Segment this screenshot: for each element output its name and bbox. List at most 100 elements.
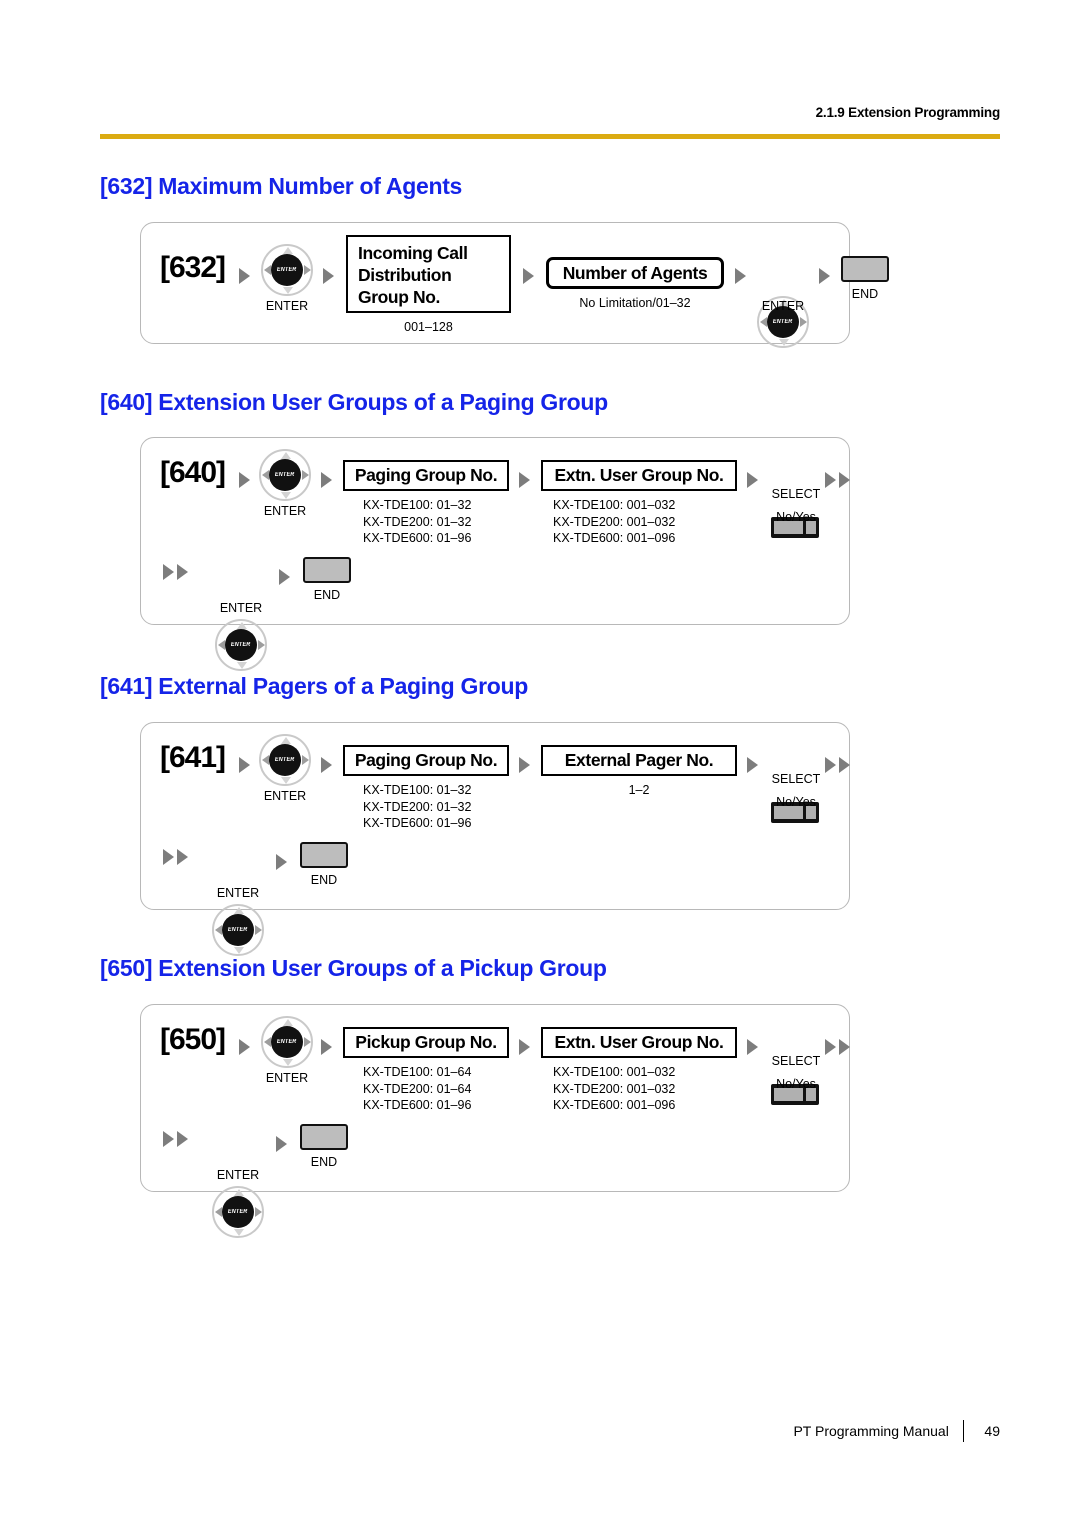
parameter-box-number-of-agents: Number of Agents — [546, 257, 724, 289]
parameter-range-paging-group-no: KX-TDE100: 01–32 KX-TDE200: 01–32 KX-TDE… — [363, 782, 471, 832]
navkey-right-arrow-icon — [257, 640, 265, 650]
navkey-hub: ENTER — [269, 459, 301, 491]
flow-arrow-icon — [519, 757, 530, 773]
flow-arrow-icon — [819, 268, 830, 284]
navkey-hub: ENTER — [269, 744, 301, 776]
page-footer: PT Programming Manual 49 — [100, 1420, 1000, 1442]
flow-arrow-icon — [523, 268, 534, 284]
flow-arrow-icon — [321, 472, 332, 488]
flow-arrow-pair-icon — [163, 1131, 188, 1147]
flow-arrow-icon — [825, 757, 836, 773]
navkey-hub-label: ENTER — [231, 642, 251, 648]
diagram-632: [632] ENTER ENTER Incoming Call Distribu… — [140, 222, 889, 348]
navkey-hub-label: ENTER — [275, 757, 295, 763]
navkey-down-arrow-icon — [779, 338, 789, 346]
flow-arrow-icon — [276, 854, 287, 870]
range-line-3: KX-TDE600: 01–96 — [363, 1098, 472, 1113]
navkey-down-arrow-icon — [237, 661, 247, 669]
flow-arrow-icon — [177, 564, 188, 580]
enter-caption: ENTER — [263, 789, 307, 803]
navkey-right-arrow-icon — [799, 317, 807, 327]
navkey-right-arrow-icon — [301, 755, 309, 765]
end-caption: END — [851, 287, 879, 301]
range-line-2: KX-TDE200: 001–032 — [553, 514, 676, 529]
parameter-box-paging-group-no: Paging Group No. — [343, 460, 509, 491]
program-code-640: [640] — [160, 456, 226, 489]
navkey-up-arrow-icon — [237, 621, 247, 629]
program-code-632: [632] — [160, 251, 226, 284]
range-line-2: KX-TDE200: 001–032 — [553, 1081, 676, 1096]
end-caption: END — [310, 1155, 338, 1169]
flow-arrow-icon — [163, 849, 174, 865]
end-key-icon — [300, 842, 348, 868]
end-key-icon — [303, 557, 351, 583]
select-values: No/Yes — [776, 510, 816, 524]
parameter-box-line1: Incoming Call — [358, 243, 468, 263]
navkey-left-arrow-icon — [217, 640, 225, 650]
end-key-icon — [841, 256, 889, 282]
enter-caption: ENTER — [265, 1071, 309, 1085]
range-line-1: KX-TDE100: 01–32 — [363, 783, 472, 797]
flow-arrow-icon — [839, 1039, 850, 1055]
range-line-3: KX-TDE600: 01–96 — [363, 531, 472, 546]
flow-arrow-icon — [279, 569, 290, 585]
flow-arrow-pair-icon — [825, 472, 850, 488]
select-values: No/Yes — [776, 795, 816, 809]
navkey-up-arrow-icon — [283, 1018, 293, 1026]
flow-arrow-icon — [239, 757, 250, 773]
footer-page-number: 49 — [984, 1423, 1000, 1439]
range-line-3: KX-TDE600: 001–096 — [553, 531, 676, 546]
navkey-hub-label: ENTER — [228, 927, 248, 933]
enter-key-icon: ENTER — [259, 734, 311, 786]
footer-manual-title: PT Programming Manual — [793, 1423, 949, 1439]
enter-key-icon: ENTER — [259, 449, 311, 501]
parameter-range-paging-group-no: KX-TDE100: 01–32 KX-TDE200: 01–32 KX-TDE… — [363, 497, 471, 547]
program-code-641: [641] — [160, 741, 226, 774]
navkey-left-arrow-icon — [263, 1037, 271, 1047]
flow-arrow-icon — [747, 757, 758, 773]
flow-arrow-icon — [323, 268, 334, 284]
navkey-right-arrow-icon — [303, 265, 311, 275]
navkey-hub: ENTER — [271, 1026, 303, 1058]
parameter-box-line2: Distribution — [358, 265, 452, 286]
parameter-range-extn-user-group-no: KX-TDE100: 001–032 KX-TDE200: 001–032 KX… — [553, 497, 675, 547]
navkey-down-arrow-icon — [281, 491, 291, 499]
enter-caption: ENTER — [216, 886, 260, 900]
section-heading-640: [640] Extension User Groups of a Paging … — [100, 389, 608, 415]
document-page: 2.1.9 Extension Programming [632] Maximu… — [0, 0, 1080, 1527]
navkey-hub: ENTER — [222, 1196, 254, 1228]
flow-arrow-icon — [825, 1039, 836, 1055]
end-caption: END — [313, 588, 341, 602]
navkey-hub-label: ENTER — [773, 319, 793, 325]
flow-arrow-icon — [735, 268, 746, 284]
enter-key-icon: ENTER — [212, 1186, 264, 1238]
parameter-range-extn-user-group-no: KX-TDE100: 001–032 KX-TDE200: 001–032 KX… — [553, 1064, 675, 1114]
select-caption: SELECT — [771, 1054, 821, 1068]
range-line-2: KX-TDE200: 01–32 — [363, 799, 472, 814]
navkey-up-arrow-icon — [281, 736, 291, 744]
navkey-down-arrow-icon — [283, 286, 293, 294]
navkey-right-arrow-icon — [301, 470, 309, 480]
navkey-right-arrow-icon — [254, 1207, 262, 1217]
enter-caption: ENTER — [216, 1168, 260, 1182]
parameter-range-external-pager-no: 1–2 — [628, 783, 650, 797]
flow-arrow-icon — [239, 268, 250, 284]
navkey-up-arrow-icon — [281, 451, 291, 459]
navkey-down-arrow-icon — [234, 1228, 244, 1236]
parameter-box-paging-group-no: Paging Group No. — [343, 745, 509, 776]
flow-arrow-icon — [825, 472, 836, 488]
navkey-hub-label: ENTER — [228, 1209, 248, 1215]
parameter-range-number-of-agents: No Limitation/01–32 — [579, 296, 691, 310]
range-line-1: KX-TDE100: 001–032 — [553, 498, 676, 512]
flow-arrow-icon — [747, 472, 758, 488]
program-code-650: [650] — [160, 1023, 226, 1056]
enter-key-icon: ENTER — [212, 904, 264, 956]
navkey-right-arrow-icon — [254, 925, 262, 935]
navkey-hub: ENTER — [222, 914, 254, 946]
parameter-range-pickup-group-no: KX-TDE100: 01–64 KX-TDE200: 01–64 KX-TDE… — [363, 1064, 471, 1114]
navkey-left-arrow-icon — [214, 925, 222, 935]
enter-key-icon: ENTER — [261, 244, 313, 296]
range-line-1: KX-TDE100: 01–64 — [363, 1065, 472, 1079]
parameter-box-external-pager-no: External Pager No. — [541, 745, 737, 776]
parameter-box-extn-user-group-no: Extn. User Group No. — [541, 460, 737, 491]
